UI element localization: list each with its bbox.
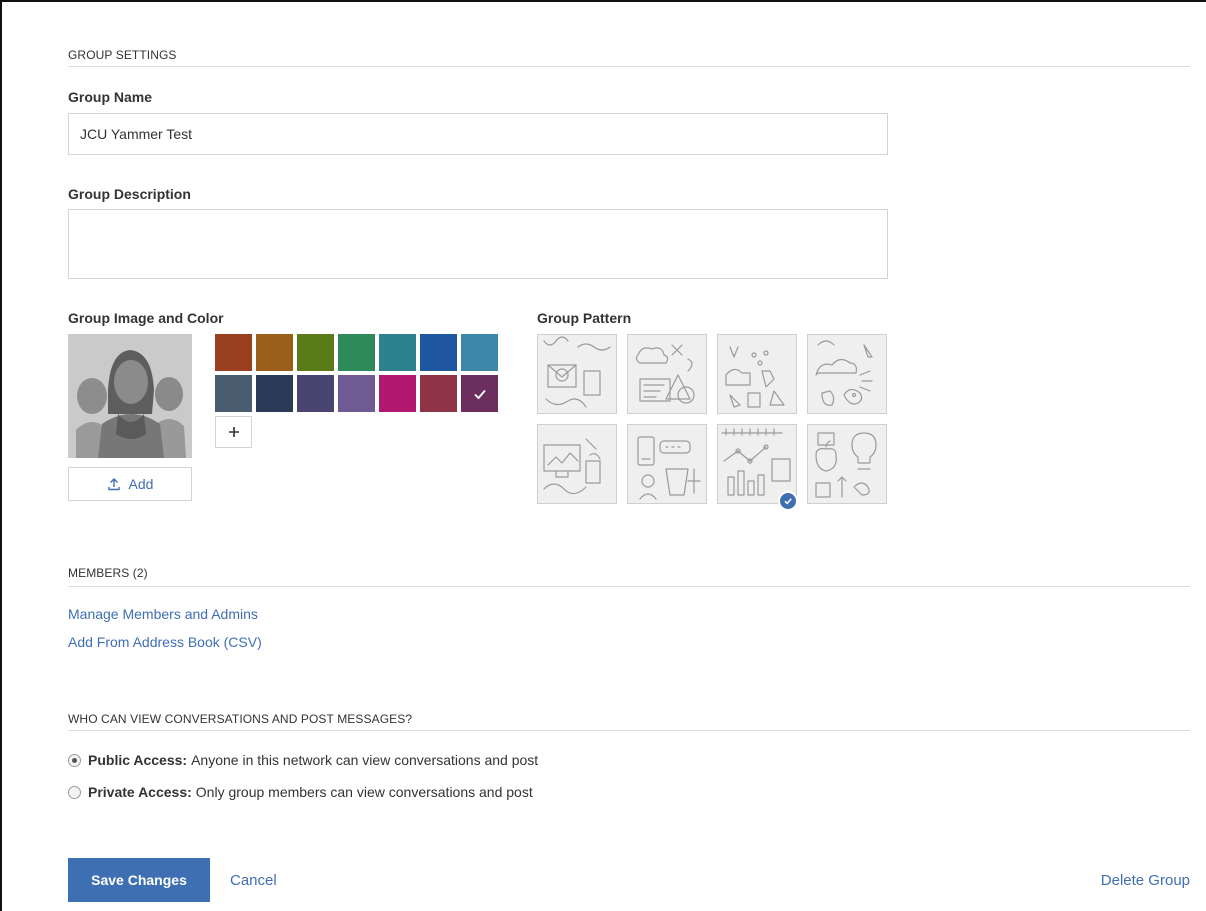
selected-check-icon <box>778 491 798 511</box>
color-swatch[interactable] <box>297 375 334 412</box>
save-changes-button[interactable]: Save Changes <box>68 858 210 902</box>
group-name-label: Group Name <box>68 89 153 105</box>
section-divider <box>68 586 1190 587</box>
members-heading: MEMBERS (2) <box>68 566 148 580</box>
color-swatch[interactable] <box>297 334 334 371</box>
upload-icon <box>107 478 120 491</box>
pattern-phone-coffee[interactable] <box>627 424 707 504</box>
pattern-grid <box>537 334 887 511</box>
color-swatch[interactable] <box>256 375 293 412</box>
access-heading: WHO CAN VIEW CONVERSATIONS AND POST MESS… <box>68 712 413 726</box>
public-access-label: Public Access: <box>88 752 188 768</box>
checkmark-icon <box>473 389 486 399</box>
color-swatch[interactable] <box>461 375 498 412</box>
doodle-pattern-icon <box>815 432 877 498</box>
pattern-cloud-bird[interactable] <box>807 334 887 414</box>
section-divider <box>68 66 1190 67</box>
manage-members-link[interactable]: Manage Members and Admins <box>68 606 258 622</box>
add-image-label: Add <box>128 476 154 492</box>
color-swatch[interactable] <box>215 334 252 371</box>
plus-icon <box>228 427 239 437</box>
group-settings-heading: GROUP SETTINGS <box>68 48 177 62</box>
color-swatch[interactable] <box>461 334 498 371</box>
private-access-radio[interactable] <box>68 785 81 799</box>
cancel-link[interactable]: Cancel <box>230 872 277 889</box>
add-color-button[interactable] <box>215 416 252 448</box>
pattern-apple-bulb[interactable] <box>807 424 887 504</box>
doodle-pattern-icon <box>725 346 785 408</box>
group-avatar-icon <box>68 334 192 458</box>
address-book-link[interactable]: Add From Address Book (CSV) <box>68 634 262 650</box>
doodle-pattern-icon <box>637 436 701 500</box>
color-swatch[interactable] <box>256 334 293 371</box>
group-description-label: Group Description <box>68 186 191 202</box>
color-swatch[interactable] <box>420 375 457 412</box>
color-swatch-grid <box>215 334 498 453</box>
delete-group-link[interactable]: Delete Group <box>1101 872 1190 889</box>
color-swatch[interactable] <box>379 334 416 371</box>
doodle-pattern-icon <box>635 344 695 404</box>
color-swatch[interactable] <box>420 334 457 371</box>
public-access-radio[interactable] <box>68 753 81 767</box>
add-image-button[interactable]: Add <box>68 467 192 501</box>
pattern-likes-pointer[interactable] <box>717 334 797 414</box>
group-avatar-image <box>68 334 192 458</box>
section-divider <box>68 730 1190 731</box>
color-swatch[interactable] <box>338 375 375 412</box>
doodle-pattern-icon <box>815 340 873 406</box>
group-pattern-label: Group Pattern <box>537 310 632 326</box>
public-access-text: Anyone in this network can view conversa… <box>191 752 539 768</box>
private-access-option[interactable]: Private Access: Only group members can v… <box>68 784 533 800</box>
group-name-input[interactable] <box>68 113 888 155</box>
doodle-pattern-icon <box>543 336 611 408</box>
group-description-input[interactable] <box>68 209 888 279</box>
pattern-chart[interactable] <box>717 424 798 511</box>
public-access-option[interactable]: Public Access: Anyone in this network ca… <box>68 752 538 768</box>
private-access-text: Only group members can view conversation… <box>195 784 533 800</box>
private-access-label: Private Access: <box>88 784 192 800</box>
group-image-color-label: Group Image and Color <box>68 310 224 326</box>
color-swatch[interactable] <box>215 375 252 412</box>
color-swatch[interactable] <box>338 334 375 371</box>
pattern-mail-coffee[interactable] <box>537 334 617 414</box>
pattern-monitor-plane[interactable] <box>537 424 617 504</box>
color-swatch[interactable] <box>379 375 416 412</box>
pattern-cloud-science[interactable] <box>627 334 707 414</box>
doodle-pattern-icon <box>543 438 601 495</box>
